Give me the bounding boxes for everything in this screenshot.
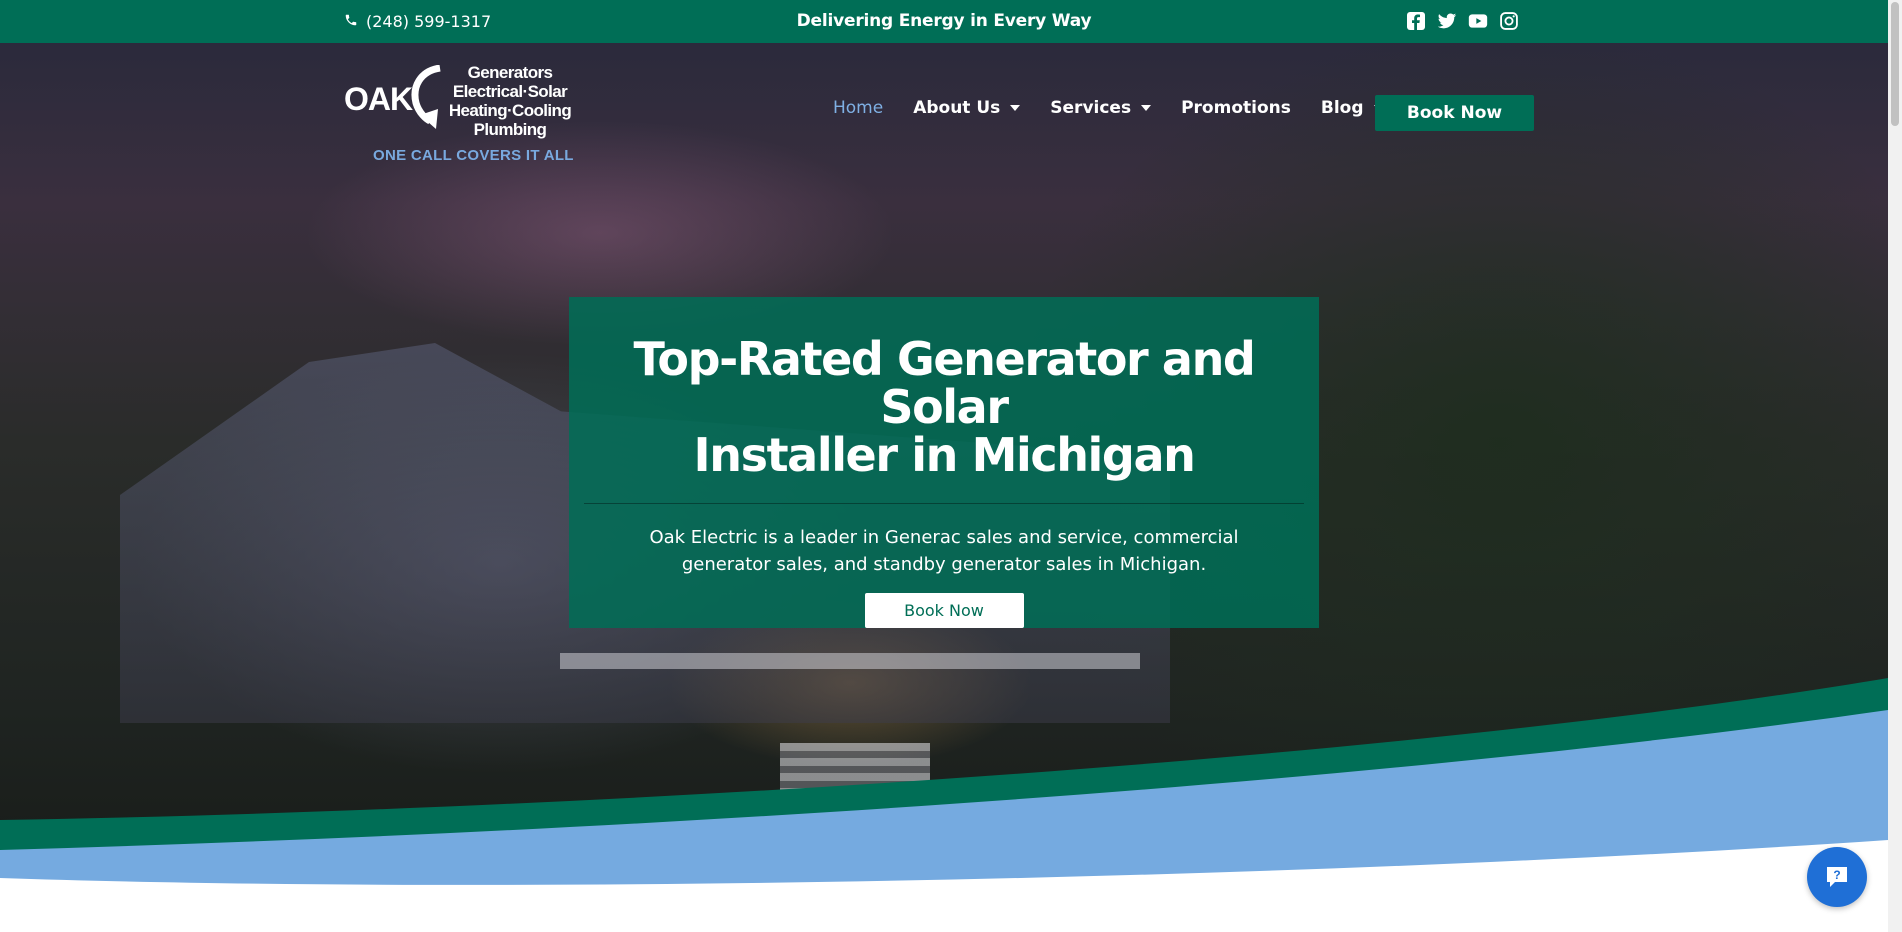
hero-title: Top-Rated Generator and Solar Installer … [569, 335, 1319, 479]
hero-text: Oak Electric is a leader in Generac sale… [649, 527, 1239, 575]
nav-item-services[interactable]: Services [1050, 98, 1152, 118]
tagline: Delivering Energy in Every Way [796, 11, 1092, 31]
nav-item-label: Blog [1320, 98, 1364, 118]
scrollbar[interactable] [1888, 0, 1902, 932]
nav-item-promotions[interactable]: Promotions [1181, 98, 1291, 118]
logo-line: Electrical·Solar [452, 82, 568, 101]
logo-line: Generators [467, 63, 553, 82]
caret-down-icon [1010, 105, 1021, 111]
scrollbar-thumb[interactable] [1891, 2, 1899, 126]
page: (248) 599-1317 Delivering Energy in Ever… [0, 0, 1888, 932]
social-links [1406, 11, 1519, 31]
logo-arrow-icon [411, 65, 441, 129]
nav-item-label: Promotions [1181, 98, 1291, 118]
main-nav: Home About Us Services Promotions Blog [833, 98, 1414, 118]
book-now-header-button[interactable]: Book Now [1375, 95, 1534, 131]
caret-down-icon [1141, 105, 1152, 111]
hero-title-line: Installer in Michigan [693, 428, 1196, 482]
porch-railing [560, 653, 1140, 669]
nav-item-label: Home [833, 98, 884, 118]
hero-wave-divider [0, 678, 1888, 932]
logo-line: Heating·Cooling [448, 101, 572, 120]
book-now-hero-button[interactable]: Book Now [864, 593, 1024, 628]
instagram-icon[interactable] [1499, 11, 1519, 31]
nav-item-label: About Us [913, 98, 1001, 118]
chat-icon: ? [1827, 867, 1847, 887]
facebook-icon[interactable] [1406, 11, 1426, 31]
hero-box: Top-Rated Generator and Solar Installer … [569, 297, 1319, 628]
hero-divider [584, 503, 1304, 504]
top-bar: (248) 599-1317 Delivering Energy in Ever… [0, 0, 1888, 43]
logo-line: Plumbing [473, 120, 547, 139]
logo-wordmark: OAK [344, 81, 413, 117]
chat-widget-button[interactable]: ? [1807, 847, 1867, 907]
nav-item-label: Services [1050, 98, 1132, 118]
youtube-icon[interactable] [1468, 11, 1488, 31]
twitter-icon[interactable] [1437, 11, 1457, 31]
site-logo[interactable]: OAK Generators Electrical·Solar Heating·… [344, 63, 574, 169]
nav-item-about-us[interactable]: About Us [913, 98, 1021, 118]
hero-title-line: Top-Rated Generator and Solar [633, 332, 1256, 434]
svg-text:?: ? [1833, 868, 1840, 882]
logo-services: Generators Electrical·Solar Heating·Cool… [446, 63, 574, 139]
logo-slogan: ONE CALL COVERS IT ALL [373, 147, 574, 164]
nav-item-home[interactable]: Home [833, 98, 883, 118]
